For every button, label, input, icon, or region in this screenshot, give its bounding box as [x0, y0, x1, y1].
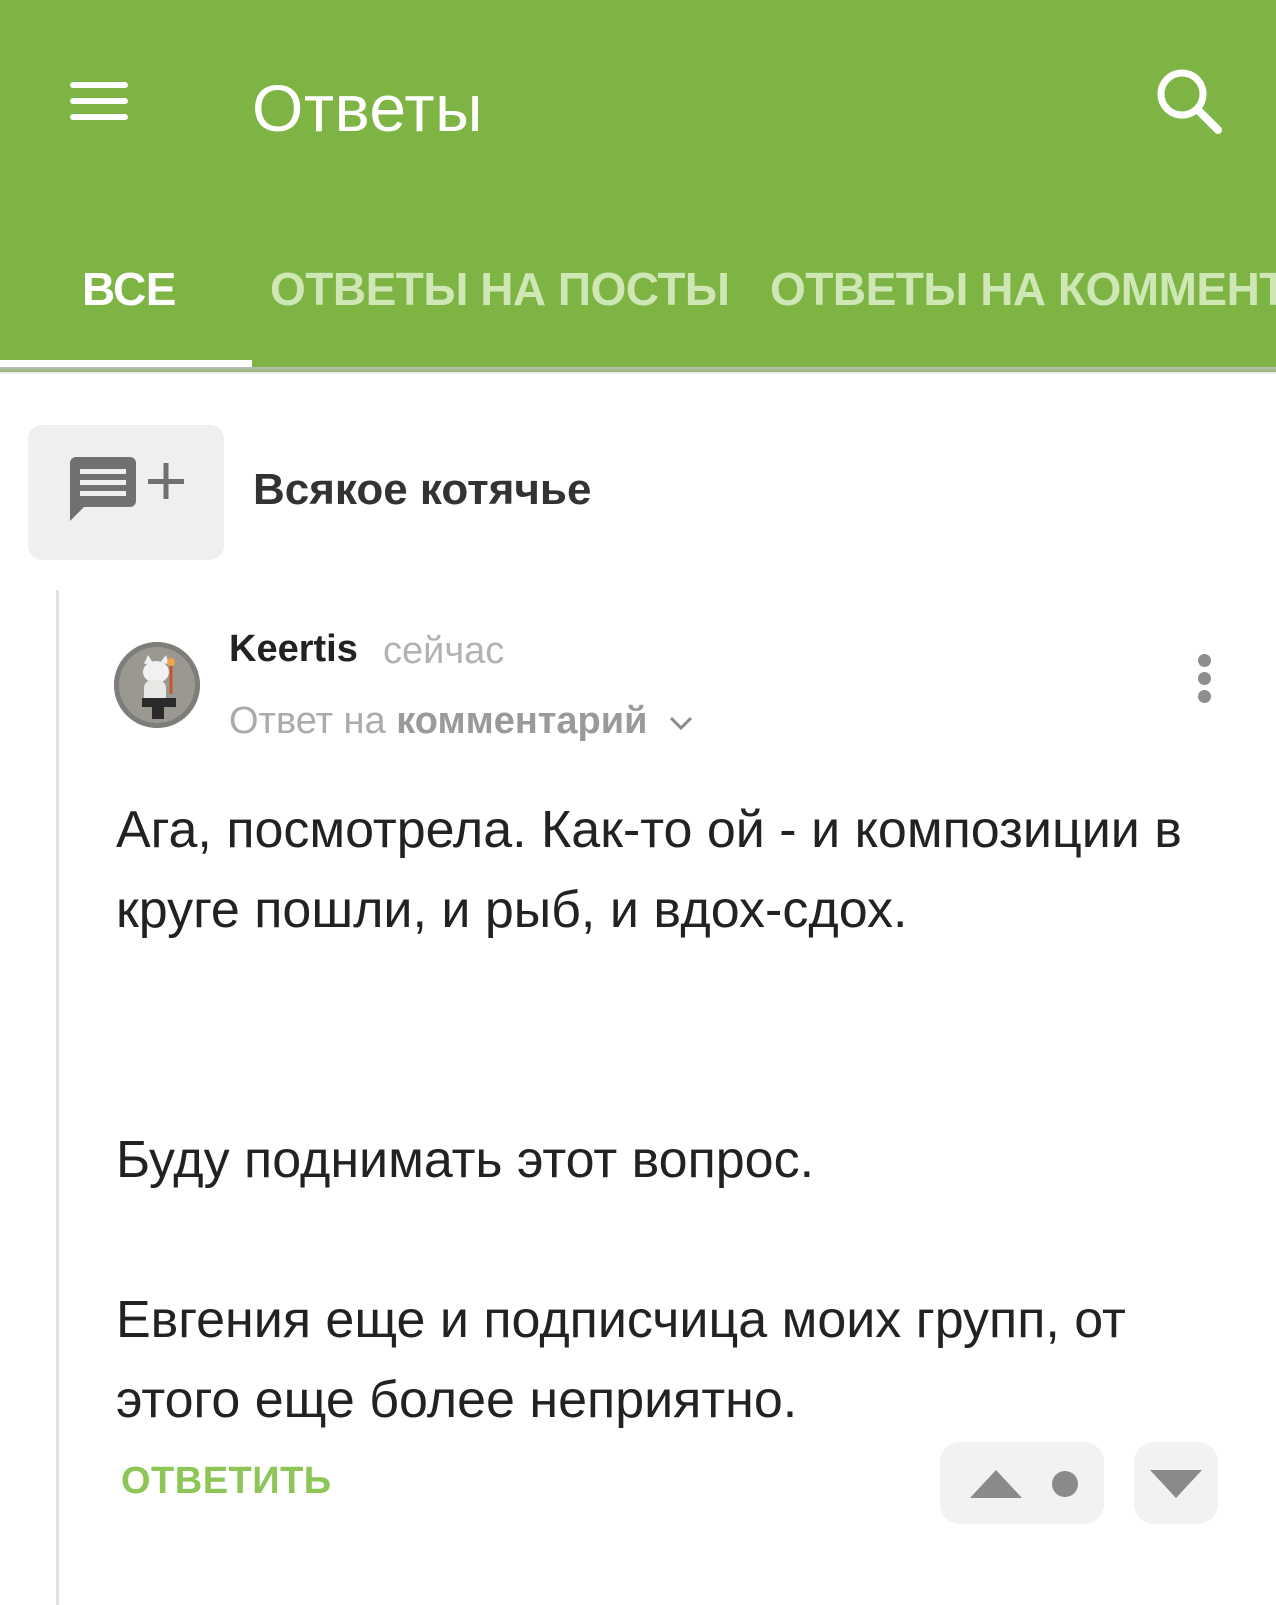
hamburger-icon-bar — [70, 98, 128, 104]
reply-to-prefix: Ответ на — [229, 700, 386, 742]
more-options-button[interactable] — [1190, 650, 1220, 710]
avatar[interactable] — [114, 642, 200, 728]
hamburger-menu-button[interactable] — [60, 72, 132, 128]
more-dot-icon — [1198, 690, 1211, 703]
vote-box — [940, 1442, 1104, 1524]
downvote-button[interactable] — [1134, 1442, 1218, 1524]
search-icon — [1157, 69, 1222, 134]
tab-post-replies[interactable]: ОТВЕТЫ НА ПОСТЫ — [270, 252, 730, 372]
comment-add-icon — [70, 457, 184, 521]
cat-blacksmith-avatar-image — [114, 642, 200, 728]
search-button[interactable] — [1152, 64, 1228, 140]
comment-paragraph: Буду поднимать этот вопрос. — [116, 1131, 815, 1189]
hamburger-icon-bar — [70, 82, 128, 88]
downvote-arrow-icon — [1150, 1470, 1202, 1498]
rating-hidden-dot — [1052, 1471, 1078, 1497]
app-bar-shadow — [0, 367, 1276, 375]
post-icon-button[interactable] — [28, 425, 224, 560]
comment-paragraph: Ага, посмотрела. Как-то ой - и композици… — [116, 801, 1182, 939]
upvote-arrow-icon[interactable] — [970, 1470, 1022, 1498]
comment-paragraph: Евгения еще и подписчица моих групп, от … — [116, 1291, 1126, 1429]
tab-bar: ВСЕ ОТВЕТЫ НА ПОСТЫ ОТВЕТЫ НА КОММЕНТ — [0, 252, 1276, 372]
more-dot-icon — [1198, 672, 1211, 685]
reply-to-link[interactable]: Ответ на комментарий — [229, 700, 696, 743]
reply-button[interactable]: ОТВЕТИТЬ — [121, 1460, 332, 1503]
post-title[interactable]: Всякое котячье — [253, 465, 591, 515]
post-header: Всякое котячье — [28, 425, 1248, 560]
tab-comment-replies[interactable]: ОТВЕТЫ НА КОММЕНТ — [770, 252, 1276, 372]
reply-to-target: комментарий — [396, 700, 648, 742]
more-dot-icon — [1198, 654, 1211, 667]
comment-time: сейчас — [383, 630, 505, 672]
chevron-down-icon — [669, 716, 693, 731]
thread-line — [56, 590, 59, 1605]
page-title: Ответы — [252, 71, 484, 145]
active-tab-indicator — [0, 360, 252, 367]
author-name[interactable]: Keertis — [229, 628, 358, 671]
tab-all[interactable]: ВСЕ — [82, 252, 176, 372]
hamburger-icon-bar — [70, 114, 128, 120]
